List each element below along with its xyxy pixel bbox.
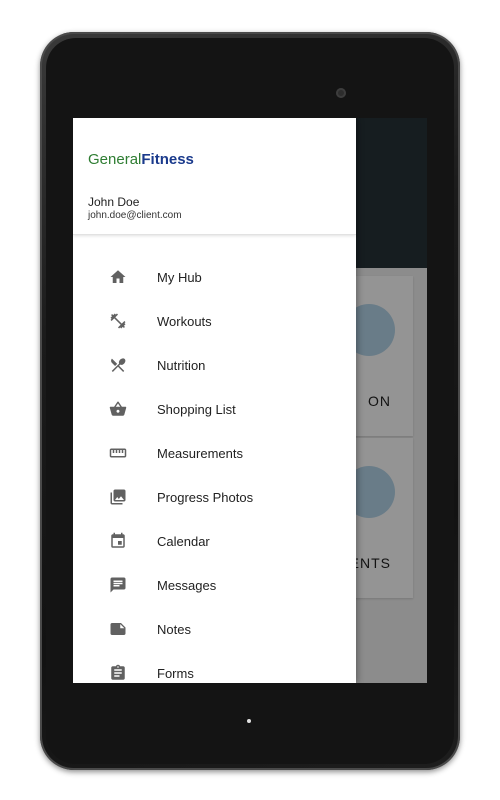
message-icon (109, 576, 127, 594)
user-email: john.doe@client.com (88, 210, 182, 221)
ruler-icon (109, 444, 127, 462)
menu-item-calendar[interactable]: Calendar (73, 520, 356, 564)
menu-item-workouts[interactable]: Workouts (73, 300, 356, 344)
drawer-header: GeneralFitness John Doe john.doe@client.… (73, 118, 356, 235)
menu-item-label: My Hub (157, 270, 202, 285)
photos-icon (109, 488, 127, 506)
user-name: John Doe (88, 195, 140, 209)
menu-item-notes[interactable]: Notes (73, 608, 356, 652)
basket-icon (109, 400, 127, 418)
dumbbell-icon (109, 312, 127, 330)
menu-item-forms[interactable]: Forms (73, 652, 356, 683)
app-screen: Y ON ENTS GeneralFitness John Doe john.d… (73, 118, 427, 683)
note-icon (109, 620, 127, 638)
menu-item-shopping-list[interactable]: Shopping List (73, 388, 356, 432)
calendar-icon (109, 532, 127, 550)
menu-item-label: Notes (157, 622, 191, 637)
menu-item-label: Workouts (157, 314, 212, 329)
menu-item-label: Nutrition (157, 358, 206, 373)
menu-item-nutrition[interactable]: Nutrition (73, 344, 356, 388)
front-camera (336, 88, 346, 98)
menu-item-progress-photos[interactable]: Progress Photos (73, 476, 356, 520)
menu-item-label: Messages (157, 578, 217, 593)
menu-item-label: Forms (157, 666, 194, 681)
menu-item-label: Shopping List (157, 402, 236, 417)
home-icon (109, 268, 127, 286)
clipboard-icon (109, 664, 127, 682)
logo-text-general: General (88, 151, 142, 168)
menu-item-label: Measurements (157, 446, 243, 461)
menu-item-label: Progress Photos (157, 490, 254, 505)
brand-logo: GeneralFitness (88, 151, 194, 168)
fork-spoon-icon (109, 356, 127, 374)
menu-item-measurements[interactable]: Measurements (73, 432, 356, 476)
menu-item-label: Calendar (157, 534, 210, 549)
menu-item-messages[interactable]: Messages (73, 564, 356, 608)
navigation-drawer: GeneralFitness John Doe john.doe@client.… (73, 118, 356, 683)
logo-text-fitness: Fitness (141, 151, 194, 168)
drawer-menu: My Hub Workouts Nutrition Shopping List (73, 256, 356, 683)
menu-item-my-hub[interactable]: My Hub (73, 256, 356, 300)
device-indicator-dot (247, 719, 251, 723)
